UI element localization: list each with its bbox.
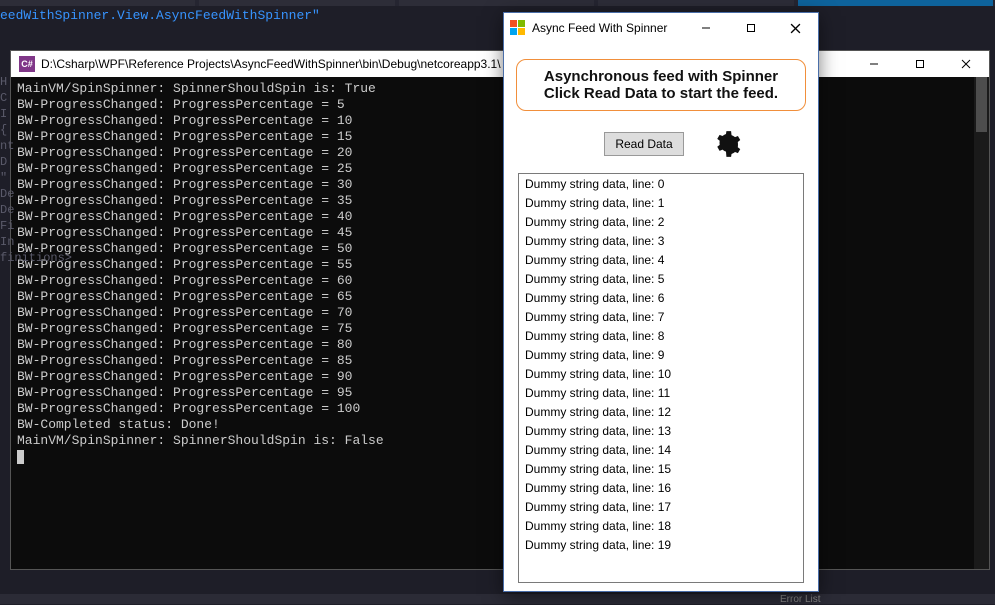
console-line: BW-ProgressChanged: ProgressPercentage =… <box>17 385 983 401</box>
list-item[interactable]: Dummy string data, line: 11 <box>519 383 803 402</box>
console-line: BW-Completed status: Done! <box>17 417 983 433</box>
list-item[interactable]: Dummy string data, line: 1 <box>519 193 803 212</box>
console-line: BW-ProgressChanged: ProgressPercentage =… <box>17 305 983 321</box>
app-titlebar[interactable]: Async Feed With Spinner <box>504 13 818 43</box>
console-line: BW-ProgressChanged: ProgressPercentage =… <box>17 209 983 225</box>
list-item[interactable]: Dummy string data, line: 15 <box>519 459 803 478</box>
editor-tabs-strip <box>0 0 995 6</box>
console-line: BW-ProgressChanged: ProgressPercentage =… <box>17 337 983 353</box>
list-item[interactable]: Dummy string data, line: 4 <box>519 250 803 269</box>
console-line: BW-ProgressChanged: ProgressPercentage =… <box>17 177 983 193</box>
console-output: MainVM/SpinSpinner: SpinnerShouldSpin is… <box>11 77 989 569</box>
app-icon <box>510 20 526 36</box>
app-body: Asynchronous feed with Spinner Click Rea… <box>504 43 818 591</box>
console-line: BW-ProgressChanged: ProgressPercentage =… <box>17 353 983 369</box>
csharp-icon: C# <box>19 56 35 72</box>
console-line: BW-ProgressChanged: ProgressPercentage =… <box>17 289 983 305</box>
console-line: BW-ProgressChanged: ProgressPercentage =… <box>17 321 983 337</box>
error-list-label[interactable]: Error List <box>780 594 821 605</box>
list-item[interactable]: Dummy string data, line: 17 <box>519 497 803 516</box>
console-line: BW-ProgressChanged: ProgressPercentage =… <box>17 273 983 289</box>
editor-tab-active[interactable] <box>798 0 993 6</box>
heading-box: Asynchronous feed with Spinner Click Rea… <box>516 59 806 111</box>
console-line: BW-ProgressChanged: ProgressPercentage =… <box>17 129 983 145</box>
editor-tab[interactable] <box>0 0 195 6</box>
editor-tab[interactable] <box>399 0 594 6</box>
console-line: BW-ProgressChanged: ProgressPercentage =… <box>17 161 983 177</box>
console-scrollbar[interactable] <box>974 77 989 569</box>
xaml-code-fragment: eedWithSpinner.View.AsyncFeedWithSpinner… <box>0 6 995 27</box>
status-bar: Error List <box>0 594 995 604</box>
console-line: BW-ProgressChanged: ProgressPercentage =… <box>17 97 983 113</box>
gear-spinner-icon <box>712 129 742 159</box>
list-item[interactable]: Dummy string data, line: 19 <box>519 535 803 554</box>
app-maximize-button[interactable] <box>728 13 773 43</box>
list-item[interactable]: Dummy string data, line: 8 <box>519 326 803 345</box>
list-item[interactable]: Dummy string data, line: 5 <box>519 269 803 288</box>
console-titlebar[interactable]: C# D:\Csharp\WPF\Reference Projects\Asyn… <box>11 51 989 77</box>
console-close-button[interactable] <box>943 51 989 77</box>
console-line: MainVM/SpinSpinner: SpinnerShouldSpin is… <box>17 433 983 449</box>
app-window: Async Feed With Spinner Asynchronous fee… <box>503 12 819 592</box>
editor-tab[interactable] <box>598 0 793 6</box>
editor-tab[interactable] <box>199 0 394 6</box>
console-window: C# D:\Csharp\WPF\Reference Projects\Asyn… <box>10 50 990 570</box>
console-line: BW-ProgressChanged: ProgressPercentage =… <box>17 369 983 385</box>
app-title-text: Async Feed With Spinner <box>532 21 683 35</box>
list-item[interactable]: Dummy string data, line: 14 <box>519 440 803 459</box>
console-line: MainVM/SpinSpinner: SpinnerShouldSpin is… <box>17 81 983 97</box>
list-item[interactable]: Dummy string data, line: 18 <box>519 516 803 535</box>
app-minimize-button[interactable] <box>683 13 728 43</box>
console-line: BW-ProgressChanged: ProgressPercentage =… <box>17 193 983 209</box>
read-data-button[interactable]: Read Data <box>604 132 683 156</box>
list-item[interactable]: Dummy string data, line: 6 <box>519 288 803 307</box>
console-line: BW-ProgressChanged: ProgressPercentage =… <box>17 257 983 273</box>
data-listbox[interactable]: Dummy string data, line: 0Dummy string d… <box>518 173 804 583</box>
list-item[interactable]: Dummy string data, line: 2 <box>519 212 803 231</box>
app-close-button[interactable] <box>773 13 818 43</box>
editor-gutter: HCI{ntD"DeDeFiInfinitions> <box>0 74 14 594</box>
console-maximize-button[interactable] <box>897 51 943 77</box>
heading-line-2: Click Read Data to start the feed. <box>527 85 795 102</box>
heading-line-1: Asynchronous feed with Spinner <box>527 68 795 85</box>
controls-row: Read Data <box>516 129 806 159</box>
console-minimize-button[interactable] <box>851 51 897 77</box>
list-item[interactable]: Dummy string data, line: 9 <box>519 345 803 364</box>
console-line: BW-ProgressChanged: ProgressPercentage =… <box>17 113 983 129</box>
console-line: BW-ProgressChanged: ProgressPercentage =… <box>17 401 983 417</box>
list-item[interactable]: Dummy string data, line: 12 <box>519 402 803 421</box>
list-item[interactable]: Dummy string data, line: 13 <box>519 421 803 440</box>
console-line: BW-ProgressChanged: ProgressPercentage =… <box>17 225 983 241</box>
list-item[interactable]: Dummy string data, line: 3 <box>519 231 803 250</box>
console-line: BW-ProgressChanged: ProgressPercentage =… <box>17 145 983 161</box>
list-item[interactable]: Dummy string data, line: 7 <box>519 307 803 326</box>
list-item[interactable]: Dummy string data, line: 0 <box>519 174 803 193</box>
list-item[interactable]: Dummy string data, line: 10 <box>519 364 803 383</box>
console-line: BW-ProgressChanged: ProgressPercentage =… <box>17 241 983 257</box>
console-scrollbar-thumb[interactable] <box>976 77 987 132</box>
list-item[interactable]: Dummy string data, line: 16 <box>519 478 803 497</box>
